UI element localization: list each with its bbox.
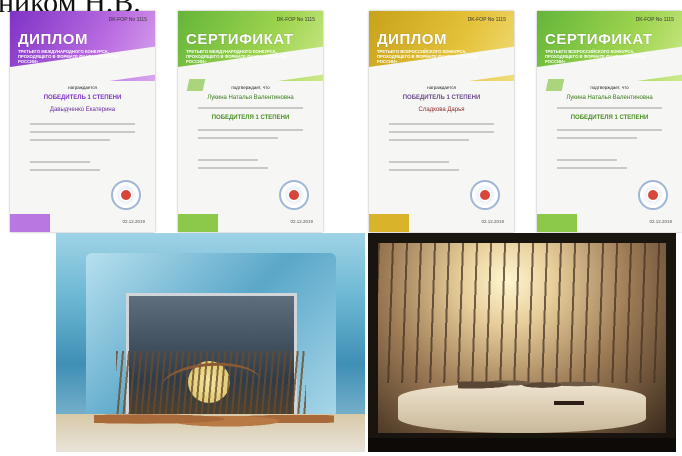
- recipient-name: Давыдченко Екатерина: [49, 107, 116, 113]
- text-line: [198, 107, 303, 109]
- certificate-subtitle: Третьего Всероссийского конкурса, проход…: [377, 49, 478, 64]
- text-line: [389, 131, 494, 133]
- certificate-number: DK-FOP No 1115: [635, 17, 674, 23]
- certificate-card-4: DK-FOP No 1115 СЕРТИФИКАТ Третьего Всеро…: [537, 11, 682, 232]
- recipient-name: Сладкова Дарья: [418, 107, 465, 113]
- corner-decoration: [369, 214, 409, 232]
- text-line: [389, 161, 449, 163]
- text-line: [389, 139, 469, 141]
- text-line: [198, 137, 278, 139]
- seal-icon: [638, 180, 668, 210]
- seal-icon: [279, 180, 309, 210]
- certificate-date: 02.12.2019: [122, 219, 145, 224]
- certificate-title: ДИПЛОМ: [377, 31, 447, 48]
- certificate-date: 02.12.2019: [290, 219, 313, 224]
- corner-decoration: [537, 214, 577, 232]
- bare-trees: [378, 243, 666, 383]
- text-line: [389, 123, 494, 125]
- award-intro: награждается: [427, 85, 456, 90]
- text-line: [30, 123, 135, 125]
- certificate-card-2: DK-FOP No 1115 СЕРТИФИКАТ Третьего Между…: [178, 11, 323, 232]
- winner-degree: ПОБЕДИТЕЛЯ 1 СТЕПЕНИ: [211, 115, 290, 121]
- bench: [554, 401, 584, 405]
- theatre-model-photo-1: [56, 233, 365, 452]
- rocks: [94, 408, 334, 430]
- certificate-card-3: DK-FOP No 1115 ДИПЛОМ Третьего Всероссий…: [369, 11, 514, 232]
- text-line: [557, 159, 617, 161]
- certificate-card-1: DK-FOP No 1115 ДИПЛОМ Третьего Междунаро…: [10, 11, 155, 232]
- corner-decoration: [178, 214, 218, 232]
- text-line: [557, 137, 637, 139]
- figures: [458, 373, 598, 393]
- text-line: [198, 167, 268, 169]
- winner-degree: ПОБЕДИТЕЛЯ 1 СТЕПЕНИ: [570, 115, 649, 121]
- text-line: [30, 131, 135, 133]
- text-line: [557, 167, 627, 169]
- text-line: [557, 129, 662, 131]
- winner-degree: ПОБЕДИТЕЛЬ 1 СТЕПЕНИ: [43, 95, 122, 101]
- text-line: [198, 129, 303, 131]
- award-intro: подтверждает, что: [231, 85, 270, 90]
- text-line: [389, 169, 459, 171]
- winner-degree: ПОБЕДИТЕЛЬ 1 СТЕПЕНИ: [402, 95, 481, 101]
- recipient-name: Лукина Наталья Валентиновна: [207, 95, 294, 101]
- award-intro: подтверждает, что: [590, 85, 629, 90]
- text-line: [30, 139, 110, 141]
- certificate-title: СЕРТИФИКАТ: [545, 31, 653, 48]
- text-line: [557, 107, 662, 109]
- recipient-name: Лукина Наталья Валентиновна: [566, 95, 653, 101]
- award-intro: награждается: [68, 85, 97, 90]
- certificate-date: 02.12.2019: [649, 219, 672, 224]
- certificate-title: СЕРТИФИКАТ: [186, 31, 294, 48]
- seal-icon: [470, 180, 500, 210]
- certificate-date: 02.12.2019: [481, 219, 504, 224]
- corner-decoration: [10, 214, 50, 232]
- theatre-model-photo-2: [368, 233, 676, 452]
- certificate-subtitle: Третьего Международного конкурса, проход…: [18, 49, 119, 64]
- certificate-subtitle: Третьего Всероссийского конкурса, проход…: [545, 49, 646, 64]
- text-line: [198, 159, 258, 161]
- text-line: [30, 169, 100, 171]
- certificate-number: DK-FOP No 1115: [108, 17, 147, 23]
- certificate-subtitle: Третьего Международного конкурса, проход…: [186, 49, 287, 64]
- certificate-title: ДИПЛОМ: [18, 31, 88, 48]
- text-line: [30, 161, 90, 163]
- certificate-number: DK-FOP No 1115: [467, 17, 506, 23]
- model-base: [368, 438, 676, 452]
- seal-icon: [111, 180, 141, 210]
- certificate-number: DK-FOP No 1115: [276, 17, 315, 23]
